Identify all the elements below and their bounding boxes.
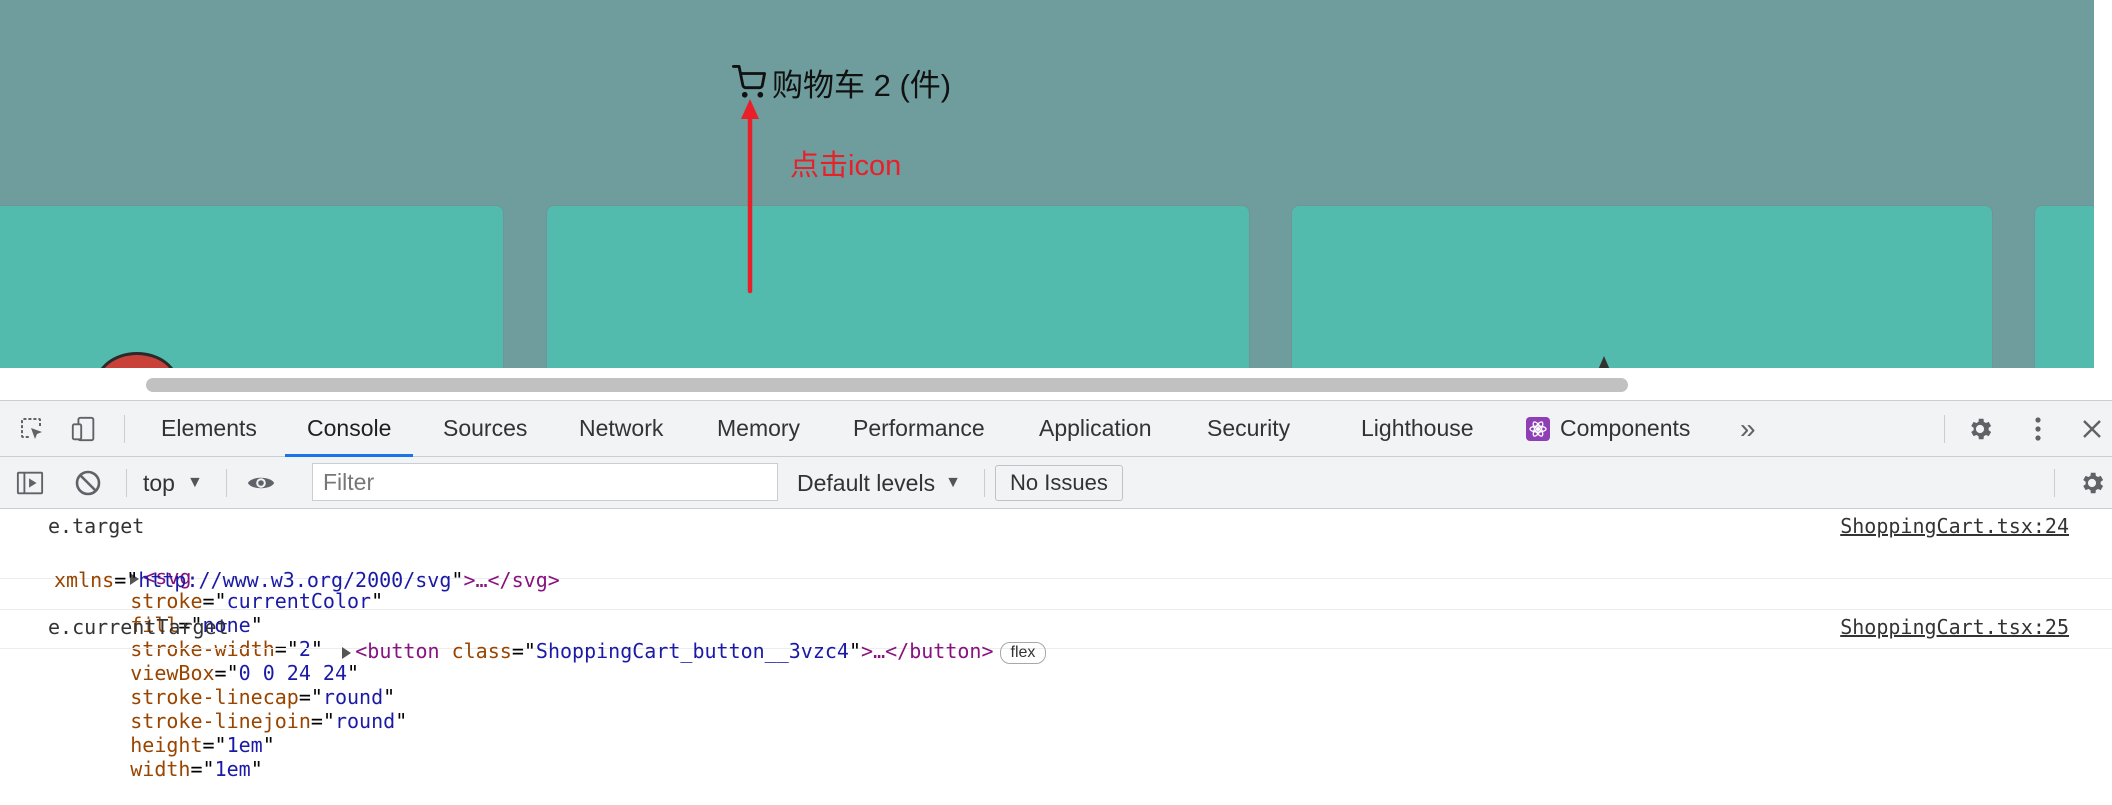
dropdown-arrow-icon: ▼ [186,474,203,491]
tab-security[interactable]: Security [1207,401,1290,456]
tab-sources[interactable]: Sources [443,401,527,456]
attr: stroke-linejoin="round" [130,709,408,733]
context-selector[interactable]: top ▼ [143,457,203,509]
console-message: e.currentTarget <button class="ShoppingC… [0,609,2112,664]
tab-components[interactable]: Components [1526,401,1690,456]
toolbar-divider [1944,415,1945,443]
scrollbar-thumb[interactable] [146,378,1628,392]
product-card[interactable] [2034,205,2094,368]
attr: width="1em" [130,757,263,781]
tab-network[interactable]: Network [579,401,663,456]
product-card[interactable] [546,205,1250,368]
devtools-tabbar: Elements Console Sources Network Memory … [0,401,2112,457]
more-tabs-button[interactable]: » [1740,401,1756,456]
tab-elements[interactable]: Elements [161,401,257,456]
source-link[interactable]: ShoppingCart.tsx:25 [1840,615,2069,639]
expand-triangle-icon[interactable] [342,646,352,659]
close-icon[interactable] [2078,415,2106,443]
console-log-label: e.target [48,514,145,538]
react-atom-icon [1526,416,1550,441]
console-settings-gear-icon[interactable] [2078,469,2106,497]
annotation-arrow [741,99,759,294]
toolbar-divider [984,469,985,497]
cart-label[interactable]: 购物车 2 (件) [772,60,951,105]
product-card[interactable] [1291,205,1993,368]
issues-button[interactable]: No Issues [995,465,1123,501]
tab-console[interactable]: Console [284,401,414,457]
settings-gear-icon[interactable] [1966,415,1994,443]
console-log-label: e.currentTarget [48,615,229,639]
attr: stroke-linecap="round" [130,685,396,709]
toolbar-divider [124,415,125,443]
source-link[interactable]: ShoppingCart.tsx:24 [1840,514,2069,538]
console-filter-input[interactable] [312,463,778,501]
device-toolbar-icon[interactable] [70,415,98,443]
web-page-viewport: 购物车 2 (件) 点击icon [0,0,2094,368]
inspect-element-icon[interactable] [18,415,46,443]
product-card[interactable] [0,205,504,368]
devtools-panel: Elements Console Sources Network Memory … [0,400,2112,781]
clear-console-icon[interactable] [74,469,102,497]
tab-memory[interactable]: Memory [717,401,800,456]
annotation-label: 点击icon [790,150,902,182]
dom-node-svg-continued: xmlns="http://www.w3.org/2000/svg">…</sv… [54,568,560,592]
tab-application[interactable]: Application [1039,401,1152,456]
tab-performance[interactable]: Performance [853,401,985,456]
kebab-menu-icon[interactable] [2024,415,2052,443]
show-sidebar-icon[interactable] [16,469,44,497]
log-levels-dropdown[interactable]: Default levels ▼ [797,457,961,509]
dom-node-button[interactable]: <button class="ShoppingCart_button__3vzc… [270,615,1047,688]
console-message: e.target ShoppingCart.tsx:24 <svg stroke… [0,509,2112,781]
toolbar-divider [126,469,127,497]
flex-badge[interactable]: flex [999,641,1047,664]
live-expression-eye-icon[interactable] [247,469,275,497]
shopping-cart-icon[interactable] [732,65,766,99]
horizontal-scrollbar[interactable] [0,368,2112,400]
tab-lighthouse[interactable]: Lighthouse [1361,401,1474,456]
vertical-scrollbar[interactable] [2094,0,2112,368]
dropdown-arrow-icon: ▼ [945,474,961,491]
console-toolbar: top ▼ Default levels ▼ No Issues [0,457,2112,509]
product-image-partial [1598,356,1610,368]
toolbar-divider [2054,469,2055,497]
toolbar-divider [226,469,227,497]
attr: height="1em" [130,733,275,757]
